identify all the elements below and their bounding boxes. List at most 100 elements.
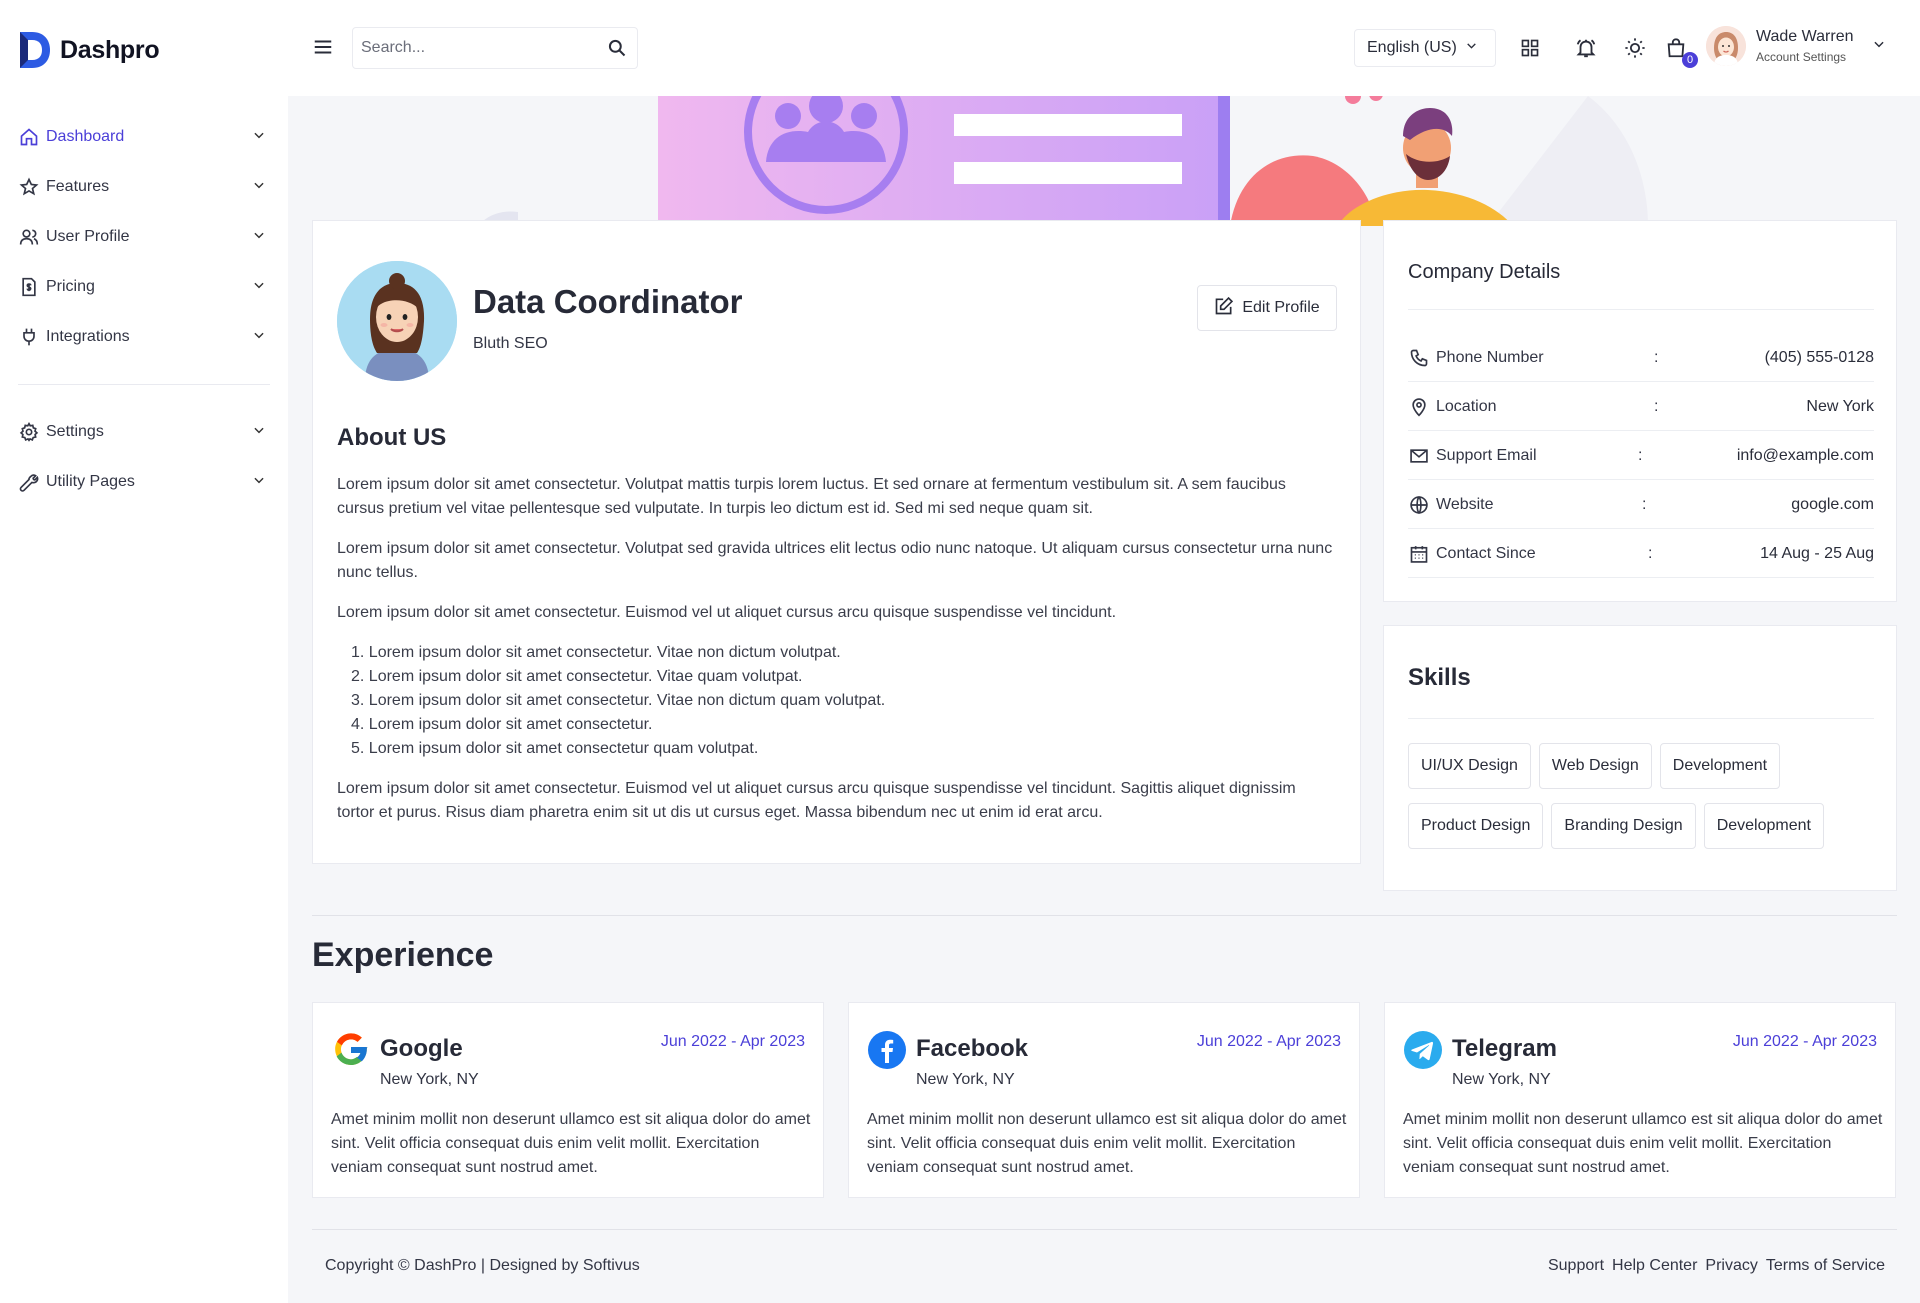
search-input[interactable] bbox=[353, 28, 597, 68]
footer-link-support[interactable]: Support bbox=[1548, 1257, 1604, 1275]
chevron-down-icon bbox=[252, 328, 266, 347]
hamburger-menu-icon[interactable] bbox=[312, 36, 336, 60]
list-item: Lorem ipsum dolor sit amet consectetur q… bbox=[351, 737, 1337, 761]
company-details-title: Company Details bbox=[1408, 261, 1561, 283]
footer-link-privacy[interactable]: Privacy bbox=[1705, 1257, 1757, 1275]
tools-icon bbox=[18, 471, 40, 493]
skill-chip[interactable]: Web Design bbox=[1538, 743, 1652, 789]
experience-company: Telegram bbox=[1452, 1035, 1557, 1062]
chevron-down-icon bbox=[1465, 39, 1478, 57]
skill-chip[interactable]: Branding Design bbox=[1551, 803, 1696, 849]
sidebar-item-label: Features bbox=[46, 178, 110, 195]
detail-colon: : bbox=[1654, 348, 1659, 366]
divider bbox=[1408, 309, 1874, 310]
detail-colon: : bbox=[1648, 544, 1653, 562]
detail-label: Support Email bbox=[1436, 446, 1537, 464]
profile-company: Bluth SEO bbox=[473, 335, 548, 352]
profile-banner-illustration bbox=[288, 96, 1920, 226]
footer-copyright: Copyright © DashPro | Designed by Softiv… bbox=[325, 1257, 640, 1274]
sidebar: Dashpro Dashboard Features User Profile bbox=[0, 0, 288, 1303]
gear-icon bbox=[18, 421, 40, 443]
profile-name: Data Coordinator bbox=[473, 283, 743, 320]
edit-profile-button[interactable]: Edit Profile bbox=[1197, 285, 1337, 331]
skill-chip[interactable]: UI/UX Design bbox=[1408, 743, 1531, 789]
user-menu[interactable]: Wade Warren Account Settings bbox=[1706, 26, 1886, 66]
detail-label: Phone Number bbox=[1436, 348, 1544, 366]
shopping-bag-icon[interactable]: 0 bbox=[1662, 34, 1698, 68]
sidebar-item-pricing[interactable]: Pricing bbox=[0, 262, 288, 312]
sidebar-item-settings[interactable]: Settings bbox=[0, 407, 288, 457]
skill-chip[interactable]: Development bbox=[1659, 743, 1781, 789]
sidebar-item-user-profile[interactable]: User Profile bbox=[0, 212, 288, 262]
about-list: Lorem ipsum dolor sit amet consectetur. … bbox=[351, 641, 1337, 761]
globe-icon bbox=[1408, 494, 1430, 516]
detail-value: 14 Aug - 25 Aug bbox=[1760, 544, 1874, 562]
brand-logo[interactable]: Dashpro bbox=[18, 30, 160, 70]
user-name: Wade Warren bbox=[1756, 28, 1854, 45]
sidebar-item-integrations[interactable]: Integrations bbox=[0, 312, 288, 362]
footer-divider bbox=[312, 1229, 1897, 1230]
user-info: Wade Warren Account Settings bbox=[1756, 28, 1854, 64]
list-item: Lorem ipsum dolor sit amet consectetur. bbox=[351, 713, 1337, 737]
sidebar-item-features[interactable]: Features bbox=[0, 162, 288, 212]
detail-colon: : bbox=[1638, 446, 1643, 464]
calendar-icon bbox=[1408, 543, 1430, 565]
profile-card: Data Coordinator Bluth SEO Edit Profile … bbox=[312, 220, 1361, 864]
company-details-card: Company Details Phone Number : (405) 555… bbox=[1383, 220, 1897, 602]
sidebar-item-utility-pages[interactable]: Utility Pages bbox=[0, 457, 288, 507]
cart-count-badge: 0 bbox=[1682, 52, 1698, 68]
experience-card-google: Google New York, NY Jun 2022 - Apr 2023 … bbox=[312, 1002, 824, 1198]
sidebar-item-label: Integrations bbox=[46, 328, 130, 345]
detail-row-location: Location : New York bbox=[1408, 383, 1874, 431]
chevron-down-icon bbox=[252, 423, 266, 442]
detail-row-website: Website : google.com bbox=[1408, 481, 1874, 529]
profile-avatar bbox=[337, 261, 457, 381]
sidebar-item-label: User Profile bbox=[46, 228, 130, 245]
about-paragraph: Lorem ipsum dolor sit amet consectetur. … bbox=[337, 780, 1296, 821]
footer-links: Support Help Center Privacy Terms of Ser… bbox=[1548, 1257, 1885, 1275]
google-logo-icon bbox=[331, 1030, 369, 1068]
brand-name: Dashpro bbox=[60, 35, 160, 64]
plug-icon bbox=[18, 326, 40, 348]
search-icon[interactable] bbox=[597, 38, 637, 58]
language-select[interactable]: English (US) bbox=[1354, 29, 1496, 67]
chevron-down-icon bbox=[252, 228, 266, 247]
skills-card: Skills UI/UX Design Web Design Developme… bbox=[1383, 625, 1897, 891]
skills-list: UI/UX Design Web Design Development Prod… bbox=[1408, 743, 1878, 849]
experience-description: Amet minim mollit non deserunt ullamco e… bbox=[1403, 1111, 1883, 1176]
footer-link-help-center[interactable]: Help Center bbox=[1612, 1257, 1697, 1275]
footer-link-terms[interactable]: Terms of Service bbox=[1766, 1257, 1885, 1275]
sidebar-item-dashboard[interactable]: Dashboard bbox=[0, 112, 288, 162]
experience-company: Google bbox=[380, 1035, 463, 1062]
account-settings-label: Account Settings bbox=[1756, 50, 1847, 64]
section-divider bbox=[312, 915, 1897, 916]
invoice-icon bbox=[18, 276, 40, 298]
sidebar-item-label: Settings bbox=[46, 423, 104, 440]
detail-row-phone: Phone Number : (405) 555-0128 bbox=[1408, 334, 1874, 382]
location-pin-icon bbox=[1408, 396, 1430, 418]
about-title: About US bbox=[337, 424, 447, 451]
star-icon bbox=[18, 176, 40, 198]
about-paragraph: Lorem ipsum dolor sit amet consectetur. … bbox=[337, 604, 1117, 621]
sidebar-item-label: Utility Pages bbox=[46, 473, 135, 490]
experience-location: New York, NY bbox=[380, 1071, 479, 1088]
search-box bbox=[352, 27, 638, 69]
experience-company: Facebook bbox=[916, 1035, 1029, 1062]
top-header: English (US) 0 Wade Warren Account Setti… bbox=[288, 0, 1920, 96]
skill-chip[interactable]: Product Design bbox=[1408, 803, 1544, 849]
divider bbox=[1408, 718, 1874, 719]
mail-icon bbox=[1408, 445, 1430, 467]
experience-description: Amet minim mollit non deserunt ullamco e… bbox=[867, 1111, 1347, 1176]
detail-label: Website bbox=[1436, 495, 1494, 513]
experience-title: Experience bbox=[312, 936, 494, 974]
edit-icon bbox=[1214, 296, 1234, 321]
skill-chip[interactable]: Development bbox=[1703, 803, 1824, 849]
detail-label: Location bbox=[1436, 397, 1497, 415]
theme-sun-icon[interactable] bbox=[1621, 34, 1649, 62]
about-paragraph: Lorem ipsum dolor sit amet consectetur. … bbox=[337, 540, 1333, 581]
detail-value: google.com bbox=[1791, 495, 1874, 513]
notification-bell-icon[interactable] bbox=[1572, 34, 1600, 62]
apps-grid-icon[interactable] bbox=[1516, 34, 1544, 62]
chevron-down-icon bbox=[252, 178, 266, 197]
experience-card-facebook: Facebook New York, NY Jun 2022 - Apr 202… bbox=[848, 1002, 1360, 1198]
